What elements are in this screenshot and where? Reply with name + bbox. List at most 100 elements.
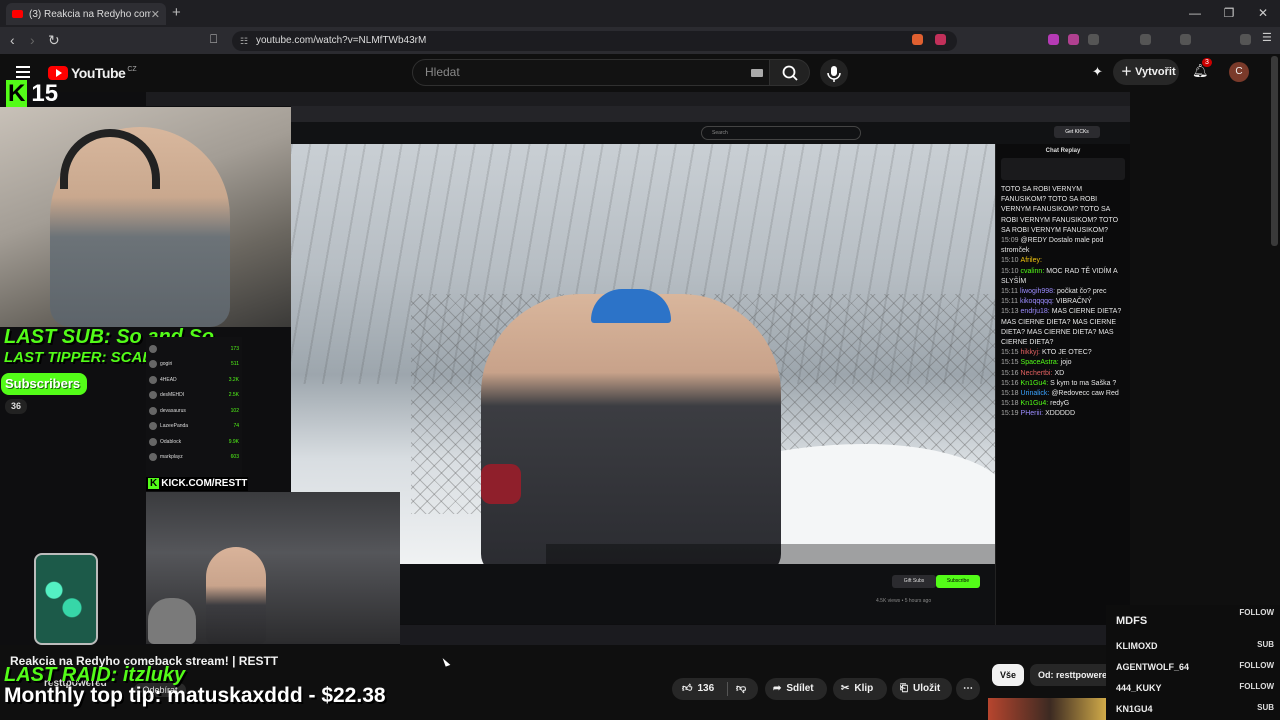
leaderboard-name: desMEHDI xyxy=(160,392,185,399)
puzzle-icon[interactable] xyxy=(1088,34,1099,45)
chat-timestamp: 15:15 xyxy=(1001,359,1019,367)
window-controls: — ❐ ✕ xyxy=(1178,0,1280,27)
extension-icon[interactable] xyxy=(935,34,946,45)
more-icon: ⋯ xyxy=(963,683,973,694)
save-button[interactable]: ⎗ Uložit xyxy=(892,678,952,700)
sidebar-icon[interactable] xyxy=(1180,34,1191,45)
red-gloves xyxy=(481,464,521,504)
user-avatar-icon xyxy=(149,344,157,353)
brave-shield-icon[interactable] xyxy=(912,34,923,45)
download-icon[interactable] xyxy=(1140,34,1151,45)
hamburger-menu-icon[interactable] xyxy=(16,66,30,78)
chat-message: 15:16 Kn1Gu4: S kym to ma Saška ? xyxy=(1001,379,1125,389)
site-info-icon[interactable]: ☷ xyxy=(240,31,248,51)
youtube-header: YouTube CZ Hledat ✦ ＋ Vytvořit 🔔︎ 3 C xyxy=(0,54,1280,92)
chat-list: TOTO SA ROBI VERNYM FANUSIKOM? TOTO SA R… xyxy=(1001,185,1125,420)
search-placeholder: Hledat xyxy=(425,65,460,79)
youtube-logo[interactable]: YouTube CZ xyxy=(48,65,137,81)
chip-channel[interactable]: Od: resttpowered xyxy=(1030,664,1114,686)
chat-replay-panel: Chat Replay TOTO SA ROBI VERNYM FANUSIKO… xyxy=(995,144,1130,625)
chat-username: liwogih998: xyxy=(1020,288,1056,296)
keyboard-icon[interactable] xyxy=(751,69,763,77)
inner-video-controls xyxy=(546,544,996,564)
user-avatar-icon xyxy=(149,406,157,415)
mdfs-top-tag: FOLLOW xyxy=(1239,608,1274,617)
create-label: Vytvořit xyxy=(1135,66,1176,78)
create-button[interactable]: ＋ Vytvořit xyxy=(1113,59,1179,85)
search-input[interactable]: Hledat xyxy=(412,59,770,86)
new-tab-icon[interactable]: + xyxy=(172,4,181,21)
chat-text: S kym to ma Saška ? xyxy=(1050,379,1117,387)
scissors-icon: ✂ xyxy=(841,683,850,694)
minimize-icon[interactable]: — xyxy=(1178,0,1212,27)
like-count[interactable]: 136 xyxy=(697,683,714,694)
chat-text: @Redovecc caw Red xyxy=(1051,390,1119,398)
chat-username: Urinalick: xyxy=(1020,390,1050,398)
forward-icon[interactable]: › xyxy=(30,32,35,48)
user-avatar-icon xyxy=(149,422,157,431)
url-text: youtube.com/watch?v=NLMfTWb43rM xyxy=(256,35,427,46)
back-icon[interactable]: ‹ xyxy=(10,32,15,48)
mdfs-row-tag: SUB xyxy=(1257,703,1274,712)
user-avatar-icon xyxy=(149,453,157,462)
share-button[interactable]: ➦ Sdílet xyxy=(765,678,827,700)
chat-timestamp: 15:13 xyxy=(1001,308,1019,316)
dislike-icon[interactable]: 👎︎ xyxy=(736,678,746,700)
chat-username: Nechertbi: xyxy=(1020,369,1053,377)
leaderboard-name: LazeePanda xyxy=(160,423,189,430)
youtube-favicon-icon xyxy=(12,10,23,18)
kick-leaderboard: 173 gogiri 511 4HEAD 3.2K desMEHDI 2.5K devasau… xyxy=(146,337,242,477)
menu-icon[interactable]: ☰ xyxy=(1262,31,1273,44)
kick-logo-icon: K xyxy=(148,478,160,489)
chip-all[interactable]: Vše xyxy=(992,664,1025,686)
chat-text: TOTO SA ROBI VERNYM FANUSIKOM? TOTO SA R… xyxy=(1001,186,1119,234)
leaderboard-name: devasaurus xyxy=(160,407,186,414)
like-icon[interactable]: 👍︎ xyxy=(682,683,692,694)
url-field[interactable]: ☷ youtube.com/watch?v=NLMfTWb43rM xyxy=(232,31,957,51)
search-button[interactable] xyxy=(770,59,810,86)
chat-message: 15:15 SpaceAstra: jojo xyxy=(1001,358,1125,368)
browser-tab[interactable]: (3) Reakcia na Redyho comeback ✕ xyxy=(6,3,166,25)
kick-url-banner: K KICK.COM/RESTT xyxy=(146,477,248,491)
cast-icon[interactable]: ✦ xyxy=(1092,64,1103,80)
more-actions-button[interactable]: ⋯ xyxy=(956,678,980,700)
clip-button[interactable]: ✂ Klip xyxy=(833,678,887,700)
chat-timestamp: 15:10 xyxy=(1001,267,1019,275)
leaderboard-row: Odablock 9.9K xyxy=(149,434,239,450)
chat-text: počkat čo? prec xyxy=(1057,288,1107,296)
leaderboard-row: gogiri 511 xyxy=(149,357,239,373)
leaderboard-name: 4HEAD xyxy=(160,376,177,383)
microphone-icon xyxy=(827,66,841,82)
chat-timestamp: 15:16 xyxy=(1001,369,1019,377)
plus-icon: ＋ xyxy=(1121,66,1132,78)
share-label: Sdílet xyxy=(786,683,814,694)
close-window-icon[interactable]: ✕ xyxy=(1246,0,1280,27)
recommended-video-thumbnail[interactable] xyxy=(988,698,1112,720)
mdfs-overlay: MDFS FOLLOW KLIMOXD SUB AGENTWOLF_64 FOLLOW… xyxy=(1106,605,1280,720)
shield-icon[interactable] xyxy=(1240,34,1251,45)
kick-url-text: KICK.COM/RESTT xyxy=(161,478,248,489)
extension-icon[interactable] xyxy=(1068,34,1079,45)
clip-label: Klip xyxy=(854,683,874,694)
chat-text: KTO JE OTEC? xyxy=(1041,349,1092,357)
user-avatar-icon xyxy=(149,437,157,446)
second-streamer-figure xyxy=(206,547,266,644)
chat-message: TOTO SA ROBI VERNYM FANUSIKOM? TOTO SA R… xyxy=(1001,185,1125,236)
restore-icon[interactable]: ❐ xyxy=(1212,0,1246,27)
account-avatar[interactable]: C xyxy=(1229,62,1249,82)
close-tab-icon[interactable]: ✕ xyxy=(151,8,160,21)
subscribers-label: Subscribers xyxy=(1,373,87,395)
leaderboard-row: 173 xyxy=(149,341,239,357)
reload-icon[interactable]: ↻ xyxy=(48,32,60,49)
leaderboard-value: 74 xyxy=(233,423,239,430)
mouse-cursor-icon xyxy=(442,656,451,667)
chat-message: 15:11 kikoqqqqq: VIBRAČNÝ xyxy=(1001,297,1125,307)
page-scrollbar[interactable] xyxy=(1271,56,1278,246)
voice-search-button[interactable] xyxy=(820,59,848,87)
chat-replay-title: Chat Replay xyxy=(1045,148,1081,154)
extension-icon[interactable] xyxy=(1048,34,1059,45)
bookmark-icon[interactable]: ⎕ xyxy=(210,32,217,47)
kick-search-placeholder: Search xyxy=(712,130,728,136)
chat-timestamp: 15:11 xyxy=(1001,298,1018,306)
cat-figure xyxy=(148,598,196,644)
